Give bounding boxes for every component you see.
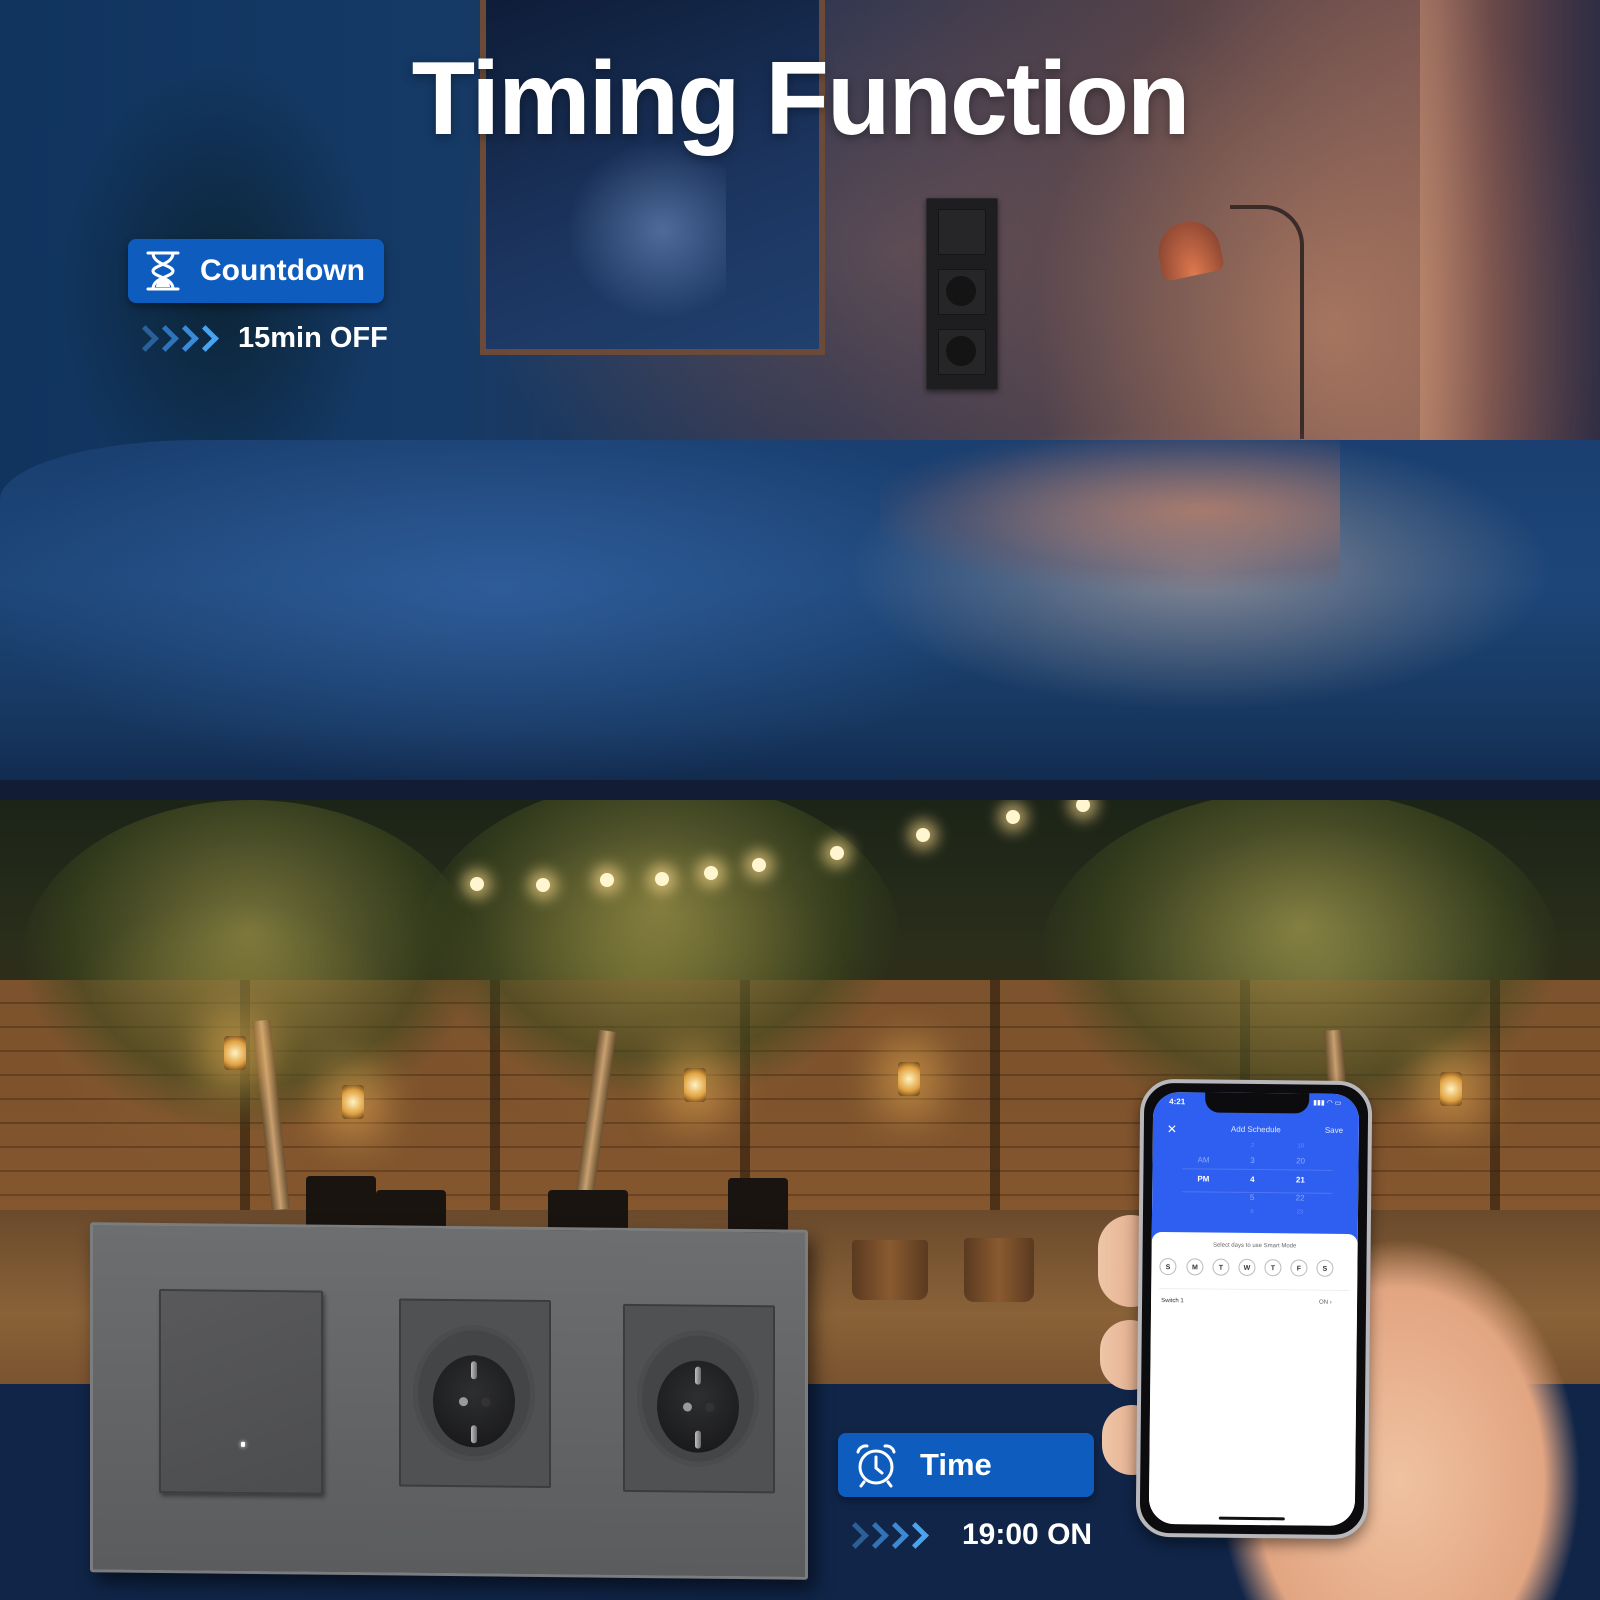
string-light-bulb (704, 866, 718, 880)
picker-hour-option[interactable]: 3 (1243, 1156, 1263, 1165)
olive-tree (20, 800, 480, 1130)
wall-switch-socket-panel (926, 198, 998, 390)
string-light-bulb (752, 858, 766, 872)
switch-row-label[interactable]: Switch 1 (1161, 1298, 1184, 1304)
picker-hour-option[interactable]: 2 (1243, 1143, 1263, 1149)
switch-state-value: ON (1319, 1299, 1329, 1306)
signal-icon: ▮▮▮ (1313, 1099, 1325, 1107)
wall-lantern (224, 1036, 246, 1070)
wall-socket (938, 329, 986, 375)
alarm-clock-icon (856, 1444, 896, 1488)
chevrons-icon (132, 325, 219, 352)
string-light-bulb (655, 872, 669, 886)
picker-minute-option[interactable]: 20 (1289, 1156, 1313, 1165)
day-toggle-wednesday[interactable]: W (1238, 1258, 1256, 1277)
schuko-socket (623, 1303, 775, 1494)
countdown-value: 15min OFF (238, 322, 388, 354)
picker-hour-option[interactable]: 6 (1242, 1209, 1262, 1215)
string-light-bulb (470, 877, 484, 891)
string-light-bulb (1006, 810, 1020, 824)
picker-minute-option[interactable]: 23 (1288, 1209, 1312, 1215)
switch-row-state[interactable]: ON › (1319, 1300, 1332, 1306)
planter-barrel (964, 1238, 1034, 1302)
wall-lantern (1440, 1072, 1462, 1106)
time-label: Time (920, 1447, 992, 1482)
switch-led-indicator (241, 1441, 245, 1447)
planter-barrel (852, 1240, 928, 1300)
wifi-icon: ◠ (1326, 1099, 1333, 1107)
days-caption: Select days to use Smart Mode (1212, 1242, 1297, 1250)
schedule-options-sheet: Select days to use Smart Mode S M T W T … (1148, 1231, 1358, 1527)
floor-lamp-shade (1153, 216, 1225, 282)
save-button[interactable]: Save (1325, 1126, 1343, 1135)
time-detail: 19:00 ON (842, 1518, 1093, 1552)
bed-blanket (0, 440, 1600, 800)
picker-hour-option[interactable]: 5 (1242, 1193, 1262, 1202)
chevrons-icon (842, 1521, 929, 1549)
sleeping-woman (880, 430, 1340, 590)
day-toggle-saturday[interactable]: S (1316, 1259, 1334, 1277)
smartphone: 4:21 ▮▮▮ ◠ ▭ ✕ Add Schedule Save AM PM 2… (1135, 1078, 1373, 1540)
day-toggle-thursday[interactable]: T (1264, 1259, 1282, 1277)
string-light-bulb (600, 873, 614, 887)
battery-icon: ▭ (1334, 1099, 1342, 1107)
phone-screen: 4:21 ▮▮▮ ◠ ▭ ✕ Add Schedule Save AM PM 2… (1148, 1091, 1360, 1527)
string-light-bulb (536, 878, 550, 892)
wall-lantern (898, 1062, 920, 1096)
day-toggle-tuesday[interactable]: T (1212, 1258, 1230, 1276)
picker-period-option[interactable]: AM (1189, 1155, 1219, 1164)
string-light-bulb (1076, 800, 1090, 812)
product-switch-socket-panel (90, 1222, 808, 1580)
status-time: 4:21 (1169, 1097, 1186, 1107)
phone-notch (1205, 1091, 1310, 1114)
time-value: 19:00 ON (962, 1518, 1093, 1551)
schuko-socket (399, 1298, 551, 1489)
countdown-label: Countdown (200, 254, 365, 287)
scene-divider (0, 780, 1600, 800)
picker-minute-selected[interactable]: 21 (1288, 1175, 1312, 1184)
picker-hour-selected[interactable]: 4 (1242, 1175, 1262, 1184)
wall-lantern (342, 1085, 364, 1119)
wall-socket (938, 269, 986, 315)
divider (1159, 1288, 1350, 1291)
picker-minute-option[interactable]: 19 (1289, 1143, 1313, 1149)
wall-switch-key (938, 209, 986, 255)
picker-period-selected[interactable]: PM (1188, 1174, 1218, 1183)
day-toggle-monday[interactable]: M (1186, 1258, 1204, 1276)
day-toggle-friday[interactable]: F (1290, 1259, 1308, 1277)
status-icons: ▮▮▮ ◠ ▭ (1313, 1099, 1341, 1107)
hourglass-icon (146, 251, 180, 291)
wall-lantern (684, 1068, 706, 1102)
page-title: Timing Function (411, 41, 1191, 157)
string-light-bulb (830, 846, 844, 860)
light-switch-key (159, 1288, 323, 1495)
countdown-detail: 15min OFF (132, 322, 388, 355)
string-light-bulb (916, 828, 930, 842)
floor-lamp-arm (1230, 205, 1304, 439)
chevron-right-icon: › (1329, 1299, 1332, 1306)
day-toggle-sunday[interactable]: S (1159, 1258, 1177, 1276)
time-badge: Time (838, 1433, 1094, 1497)
picker-minute-option[interactable]: 22 (1288, 1193, 1312, 1202)
countdown-badge: Countdown (128, 239, 384, 303)
